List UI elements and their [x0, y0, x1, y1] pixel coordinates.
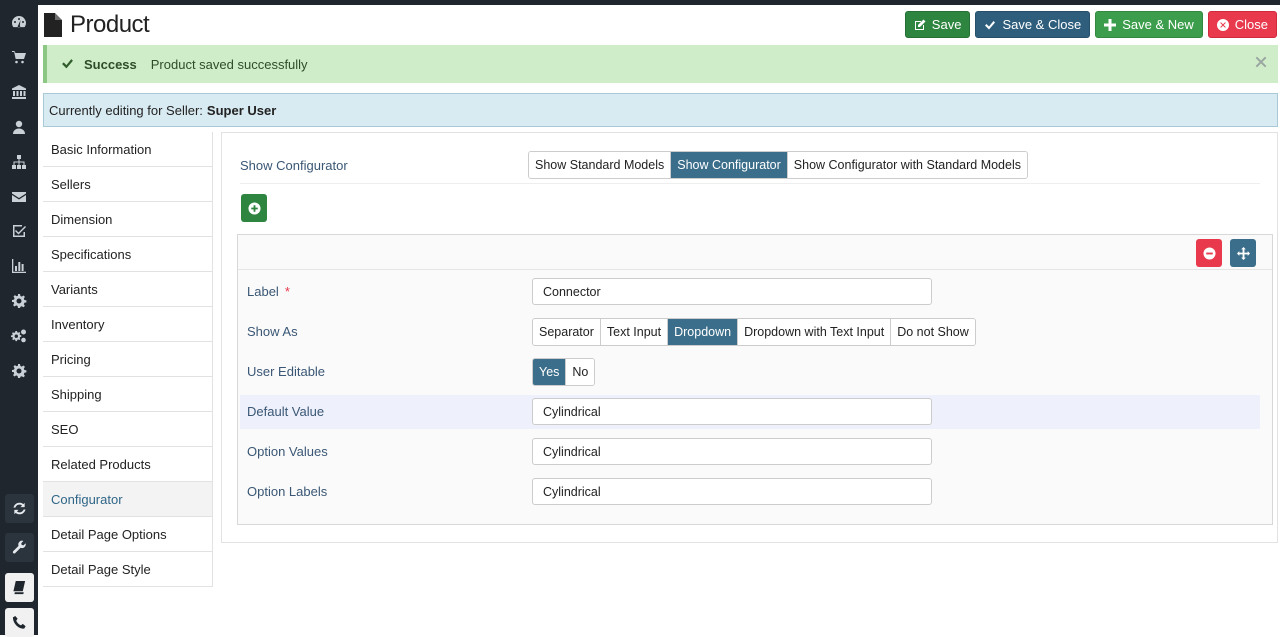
- move-row-button[interactable]: [1230, 239, 1256, 267]
- default-value-label: Default Value: [247, 404, 325, 419]
- label-field-label: Label: [247, 284, 279, 299]
- nav-item-seo[interactable]: SEO: [43, 412, 212, 447]
- remove-row-button[interactable]: [1196, 239, 1222, 267]
- field-row-option-labels: Option Labels Cylindrical: [240, 475, 1260, 509]
- configurator-mode-toggle: Show Standard Models Show Configurator S…: [528, 151, 1028, 179]
- field-row-option-values: Option Values Cylindrical: [240, 435, 1260, 469]
- product-sections-nav: Basic Information Sellers Dimension Spec…: [43, 132, 213, 587]
- configurator-mode-row: Show Configurator Show Standard Models S…: [240, 151, 1260, 184]
- gear-icon[interactable]: [0, 287, 38, 315]
- show-as-separator[interactable]: Separator: [533, 319, 601, 345]
- page-title-text: Product: [70, 11, 150, 38]
- gear-icon[interactable]: [0, 357, 38, 385]
- plus-circle-icon: [247, 201, 261, 215]
- configurator-row-card: Label * Connector Show As Separator Text …: [237, 234, 1273, 525]
- field-row-label: Label * Connector: [240, 275, 1260, 309]
- mode-option-standard-models[interactable]: Show Standard Models: [529, 152, 672, 178]
- required-marker: *: [284, 284, 290, 299]
- wrench-icon: [12, 540, 26, 554]
- nav-item-inventory[interactable]: Inventory: [43, 307, 212, 342]
- configurator-panel: Show Configurator Show Standard Models S…: [221, 132, 1278, 543]
- nav-item-detail-page-style[interactable]: Detail Page Style: [43, 552, 212, 587]
- save-new-button[interactable]: Save & New: [1095, 11, 1203, 38]
- mode-option-configurator-with-standard[interactable]: Show Configurator with Standard Models: [787, 152, 1027, 178]
- field-row-default-value: Default Value Cylindrical: [240, 395, 1260, 429]
- top-bar: [0, 0, 1280, 5]
- user-editable-toggle: Yes No: [532, 358, 596, 386]
- check-icon: [61, 57, 75, 71]
- bank-icon[interactable]: [0, 78, 38, 106]
- nav-item-dimension[interactable]: Dimension: [43, 202, 212, 237]
- option-values-input[interactable]: Cylindrical: [532, 438, 932, 465]
- option-labels-label: Option Labels: [247, 484, 328, 499]
- option-labels-input[interactable]: Cylindrical: [532, 478, 932, 505]
- check-square-icon[interactable]: [0, 217, 38, 245]
- docs-button[interactable]: [5, 573, 34, 602]
- row-card-header: [238, 235, 1272, 270]
- check-icon: [985, 20, 996, 29]
- toolbar: Save Save & Close Save & New Close: [904, 11, 1277, 38]
- nav-item-related-products[interactable]: Related Products: [43, 447, 212, 482]
- option-values-label: Option Values: [247, 444, 328, 459]
- show-as-label: Show As: [247, 324, 298, 339]
- label-input[interactable]: Connector: [532, 278, 932, 305]
- field-row-user-editable: User Editable Yes No: [240, 355, 1260, 389]
- user-icon[interactable]: [0, 113, 38, 141]
- save-button[interactable]: Save: [904, 11, 971, 38]
- close-circle-icon: [1216, 18, 1229, 31]
- show-as-do-not-show[interactable]: Do not Show: [891, 319, 975, 345]
- nav-item-configurator[interactable]: Configurator: [43, 482, 212, 517]
- nav-item-specifications[interactable]: Specifications: [43, 237, 212, 272]
- save-close-button[interactable]: Save & Close: [975, 11, 1091, 38]
- editing-seller-info: Currently editing for Seller: Super User: [43, 93, 1278, 127]
- show-as-dropdown-with-text[interactable]: Dropdown with Text Input: [738, 319, 892, 345]
- move-icon: [1236, 246, 1250, 260]
- configurator-mode-label: Show Configurator: [240, 158, 348, 173]
- close-button[interactable]: Close: [1207, 11, 1277, 38]
- envelope-icon[interactable]: [0, 183, 38, 211]
- user-editable-no[interactable]: No: [566, 359, 595, 385]
- nav-item-basic-information[interactable]: Basic Information: [43, 132, 212, 167]
- gears-icon[interactable]: [0, 322, 38, 350]
- phone-icon: [12, 615, 26, 629]
- support-button[interactable]: [5, 608, 34, 637]
- left-rail: [0, 0, 38, 637]
- nav-item-shipping[interactable]: Shipping: [43, 377, 212, 412]
- mode-option-configurator[interactable]: Show Configurator: [671, 152, 788, 178]
- refresh-button[interactable]: [5, 494, 34, 523]
- nav-item-detail-page-options[interactable]: Detail Page Options: [43, 517, 212, 552]
- nav-item-sellers[interactable]: Sellers: [43, 167, 212, 202]
- alert-close-icon[interactable]: [1255, 56, 1267, 68]
- field-row-show-as: Show As Separator Text Input Dropdown Dr…: [240, 315, 1260, 349]
- plus-icon: [1104, 18, 1117, 31]
- success-alert: Success Product saved successfully: [43, 45, 1278, 83]
- nav-item-variants[interactable]: Variants: [43, 272, 212, 307]
- file-icon: [44, 13, 62, 37]
- user-editable-label: User Editable: [247, 364, 326, 379]
- page-title: Product: [44, 10, 150, 40]
- default-value-input[interactable]: Cylindrical: [532, 398, 932, 425]
- sitemap-icon[interactable]: [0, 148, 38, 176]
- alert-heading: Success: [84, 56, 137, 72]
- add-row-button[interactable]: [241, 194, 267, 222]
- seller-name: Super User: [206, 102, 277, 118]
- nav-item-pricing[interactable]: Pricing: [43, 342, 212, 377]
- editing-prefix: Currently editing for Seller:: [49, 102, 203, 118]
- book-icon: [13, 580, 26, 595]
- show-as-toggle: Separator Text Input Dropdown Dropdown w…: [532, 318, 976, 346]
- user-editable-yes[interactable]: Yes: [533, 359, 567, 385]
- minus-circle-icon: [1202, 246, 1216, 260]
- tools-button[interactable]: [5, 533, 34, 562]
- dashboard-icon[interactable]: [0, 8, 38, 36]
- alert-message: Product saved successfully: [150, 56, 308, 72]
- edit-icon: [914, 19, 926, 30]
- cart-icon[interactable]: [0, 43, 38, 71]
- show-as-text-input[interactable]: Text Input: [600, 319, 669, 345]
- show-as-dropdown[interactable]: Dropdown: [668, 319, 739, 345]
- bar-chart-icon[interactable]: [0, 252, 38, 280]
- refresh-icon: [13, 502, 26, 515]
